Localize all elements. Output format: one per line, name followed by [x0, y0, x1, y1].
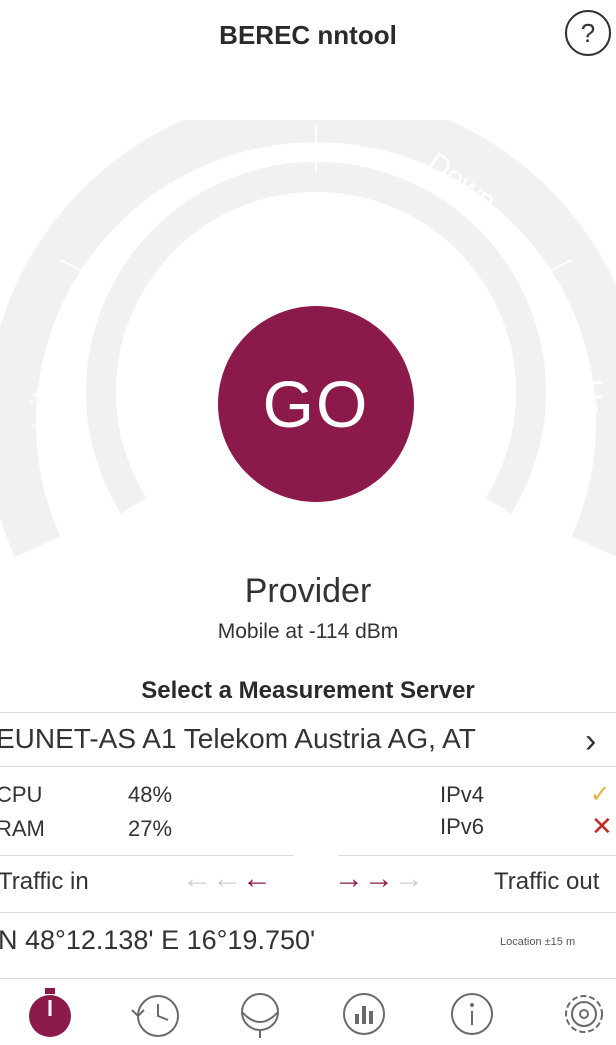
check-icon: ✓ [590, 781, 611, 808]
nav-stopwatch-tab[interactable] [22, 986, 78, 1042]
arrow-right-icon: → [364, 862, 394, 895]
location-accuracy: Location ±15 m [500, 936, 576, 948]
scale-label-1gb: 1 GB [471, 446, 494, 485]
arrow-left-icon: ← [182, 862, 212, 895]
scale-label-100mb: 100 MB [459, 306, 501, 362]
scale-label-0: 0 [145, 476, 164, 492]
nav-history-tab[interactable] [128, 986, 184, 1042]
cpu-label: CPU [0, 782, 43, 807]
divider [0, 978, 616, 979]
arrow-left-icon: ← [212, 862, 242, 895]
arrow-left-icon: ← [242, 862, 272, 895]
page-title: BEREC nntool [219, 20, 397, 50]
server-selector[interactable]: EUNET-AS A1 Telekom Austria AG, AT [0, 723, 476, 755]
scale-label-1mb: 1 MB [165, 285, 200, 325]
provider-name: Provider [244, 572, 372, 610]
chevron-right-icon[interactable]: › [585, 722, 596, 761]
phase-label-init: Init [26, 389, 59, 430]
server-select-heading: Select a Measurement Server [141, 677, 475, 704]
info-icon [451, 993, 493, 1035]
ipv4-label: IPv4 [440, 782, 485, 807]
location-coordinates: N 48°12.138' E 16°19.750' [0, 925, 316, 955]
stopwatch-icon [29, 988, 71, 1037]
divider [0, 712, 616, 713]
statistics-icon [343, 993, 385, 1035]
traffic-in-arrows: ←←← [182, 862, 272, 896]
divider [0, 855, 294, 856]
divider [0, 912, 616, 913]
nav-statistics-tab[interactable] [336, 986, 392, 1042]
signal-strength: Mobile at -114 dBm [217, 620, 399, 643]
cpu-value: 48% [128, 782, 173, 807]
divider [0, 766, 616, 767]
traffic-out-label: Traffic out [494, 868, 600, 895]
help-button[interactable]: ? [565, 10, 611, 56]
nav-settings-tab[interactable] [556, 986, 612, 1042]
ram-label: RAM [0, 816, 45, 841]
arrow-right-icon: → [394, 862, 424, 895]
settings-icon [565, 995, 603, 1033]
map-globe-icon [241, 993, 279, 1038]
traffic-in-label: Traffic in [0, 868, 89, 895]
traffic-out-arrows: →→→ [334, 862, 424, 896]
cross-icon: ✕ [591, 811, 613, 841]
arrow-right-icon: → [334, 862, 364, 895]
scale-label-10mb: 10 MB [293, 233, 339, 250]
ram-value: 27% [128, 816, 173, 841]
phase-label-up: Up [575, 379, 608, 417]
nav-map-tab[interactable] [232, 986, 288, 1042]
ipv6-label: IPv6 [440, 814, 485, 839]
nav-info-tab[interactable] [444, 986, 500, 1042]
go-button[interactable]: GO [218, 306, 414, 502]
history-icon [131, 995, 179, 1037]
divider [338, 855, 616, 856]
